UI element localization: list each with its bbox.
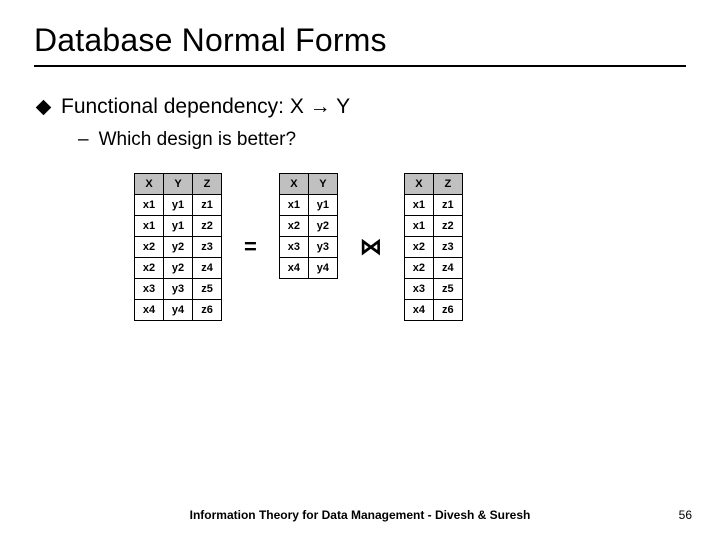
t2-r3c0: x4 xyxy=(279,258,308,279)
t1-r0c2: z1 xyxy=(193,195,222,216)
t2-r2c1: y3 xyxy=(308,237,337,258)
t2-r1c0: x2 xyxy=(279,216,308,237)
t2-r3c1: y4 xyxy=(308,258,337,279)
table-xy: X Y x1y1 x2y2 x3y3 x4y4 xyxy=(279,173,338,279)
t1-r3c2: z4 xyxy=(193,258,222,279)
t1-h-z: Z xyxy=(193,174,222,195)
t1-r5c0: x4 xyxy=(135,300,164,321)
t3-r0c0: x1 xyxy=(404,195,433,216)
t2-r1c1: y2 xyxy=(308,216,337,237)
subbullet-1-text: Which design is better? xyxy=(99,129,297,151)
t3-h-x: X xyxy=(404,174,433,195)
t3-r2c0: x2 xyxy=(404,237,433,258)
t1-r0c0: x1 xyxy=(135,195,164,216)
tables-row: X Y Z x1y1z1 x1y1z2 x2y2z3 x2y2z4 x3y3z5… xyxy=(134,173,686,321)
t3-r5c0: x4 xyxy=(404,300,433,321)
t1-r0c1: y1 xyxy=(164,195,193,216)
t3-r4c1: z5 xyxy=(433,279,462,300)
t3-r5c1: z6 xyxy=(433,300,462,321)
page-title: Database Normal Forms xyxy=(34,22,686,59)
t3-r0c1: z1 xyxy=(433,195,462,216)
t3-r1c1: z2 xyxy=(433,216,462,237)
t2-h-x: X xyxy=(279,174,308,195)
t3-r4c0: x3 xyxy=(404,279,433,300)
t1-h-y: Y xyxy=(164,174,193,195)
t2-r0c1: y1 xyxy=(308,195,337,216)
t2-r0c0: x1 xyxy=(279,195,308,216)
equals-operator: = xyxy=(244,234,257,260)
slide: Database Normal Forms Functional depende… xyxy=(0,0,720,540)
t3-r3c0: x2 xyxy=(404,258,433,279)
t1-r2c0: x2 xyxy=(135,237,164,258)
t3-r3c1: z4 xyxy=(433,258,462,279)
t3-r2c1: z3 xyxy=(433,237,462,258)
t1-r4c2: z5 xyxy=(193,279,222,300)
t1-r5c1: y4 xyxy=(164,300,193,321)
t3-h-z: Z xyxy=(433,174,462,195)
join-operator: ⋈ xyxy=(360,234,382,260)
subbullet-1: – Which design is better? xyxy=(78,129,686,151)
t1-r3c1: y2 xyxy=(164,258,193,279)
t1-h-x: X xyxy=(135,174,164,195)
t1-r3c0: x2 xyxy=(135,258,164,279)
title-rule xyxy=(34,65,686,67)
bullet-1-text: Functional dependency: X → Y xyxy=(61,95,350,119)
t2-h-y: Y xyxy=(308,174,337,195)
t1-r5c2: z6 xyxy=(193,300,222,321)
table-xyz: X Y Z x1y1z1 x1y1z2 x2y2z3 x2y2z4 x3y3z5… xyxy=(134,173,222,321)
t2-r2c0: x3 xyxy=(279,237,308,258)
dash-icon: – xyxy=(78,129,89,151)
t3-r1c0: x1 xyxy=(404,216,433,237)
t1-r4c1: y3 xyxy=(164,279,193,300)
t1-r2c1: y2 xyxy=(164,237,193,258)
t1-r1c1: y1 xyxy=(164,216,193,237)
table-xz: X Z x1z1 x1z2 x2z3 x2z4 x3z5 x4z6 xyxy=(404,173,463,321)
page-number: 56 xyxy=(679,508,692,522)
diamond-icon xyxy=(36,99,52,115)
t1-r2c2: z3 xyxy=(193,237,222,258)
t1-r1c2: z2 xyxy=(193,216,222,237)
footer-text: Information Theory for Data Management -… xyxy=(0,508,720,522)
t1-r1c0: x1 xyxy=(135,216,164,237)
t1-r4c0: x3 xyxy=(135,279,164,300)
bullet-1: Functional dependency: X → Y xyxy=(38,95,686,119)
